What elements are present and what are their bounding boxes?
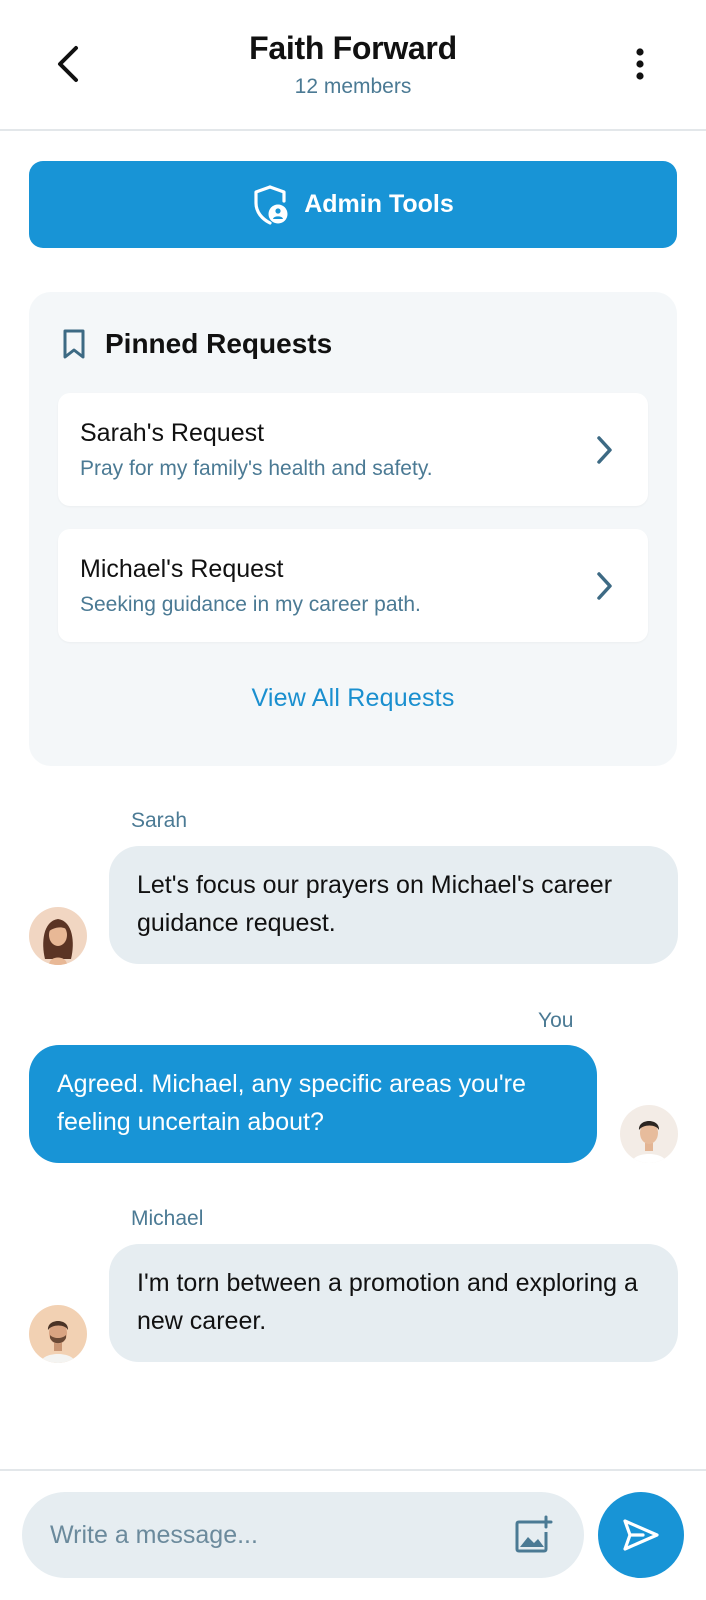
more-vertical-icon <box>636 48 644 80</box>
send-icon <box>623 1519 659 1551</box>
chevron-right-icon <box>597 436 612 464</box>
message-bubble-outgoing: Agreed. Michael, any specific areas you'… <box>29 1045 597 1163</box>
request-text: Seeking guidance in my career path. <box>80 593 421 616</box>
pinned-title: Pinned Requests <box>105 328 333 359</box>
view-all-requests-link[interactable]: View All Requests <box>29 684 677 713</box>
chat-screen: Faith Forward 12 members Admin Tools Pin… <box>0 0 706 1600</box>
message-sender: You <box>538 1009 574 1032</box>
group-title: Faith Forward <box>249 30 457 66</box>
bookmark-icon <box>63 329 85 359</box>
back-button[interactable] <box>40 36 96 92</box>
member-count: 12 members <box>294 75 412 98</box>
message-bubble-incoming: I'm torn between a promotion and explori… <box>109 1244 678 1362</box>
admin-tools-label: Admin Tools <box>304 190 454 218</box>
chevron-left-icon <box>58 46 78 82</box>
composer-divider <box>0 1469 706 1471</box>
chat-header: Faith Forward 12 members <box>0 0 706 131</box>
request-name: Sarah's Request <box>80 419 265 447</box>
sarah-avatar-icon <box>29 907 87 965</box>
chevron-right-icon <box>597 572 612 600</box>
pinned-request-sarah[interactable]: Sarah's Request Pray for my family's hea… <box>58 393 648 506</box>
header-title-block: Faith Forward 12 members <box>153 30 553 99</box>
michael-avatar-icon <box>29 1305 87 1363</box>
user-avatar-icon <box>620 1105 678 1163</box>
message-sender: Sarah <box>131 809 188 832</box>
avatar[interactable] <box>29 1305 87 1363</box>
add-image-icon[interactable] <box>512 1514 554 1556</box>
message-sender: Michael <box>131 1207 204 1230</box>
pinned-request-michael[interactable]: Michael's Request Seeking guidance in my… <box>58 529 648 642</box>
message-bubble-incoming: Let's focus our prayers on Michael's car… <box>109 846 678 964</box>
request-text: Pray for my family's health and safety. <box>80 457 433 480</box>
pinned-requests-panel: Pinned Requests Sarah's Request Pray for… <box>29 292 677 766</box>
admin-tools-button[interactable]: Admin Tools <box>29 161 677 248</box>
message-input[interactable] <box>50 1492 490 1578</box>
avatar[interactable] <box>29 907 87 965</box>
send-button[interactable] <box>598 1492 684 1578</box>
avatar[interactable] <box>620 1105 678 1163</box>
pinned-header: Pinned Requests <box>61 328 332 360</box>
message-composer <box>22 1492 584 1578</box>
shield-user-icon <box>254 184 288 225</box>
request-name: Michael's Request <box>80 555 284 583</box>
more-options-button[interactable] <box>612 36 668 92</box>
